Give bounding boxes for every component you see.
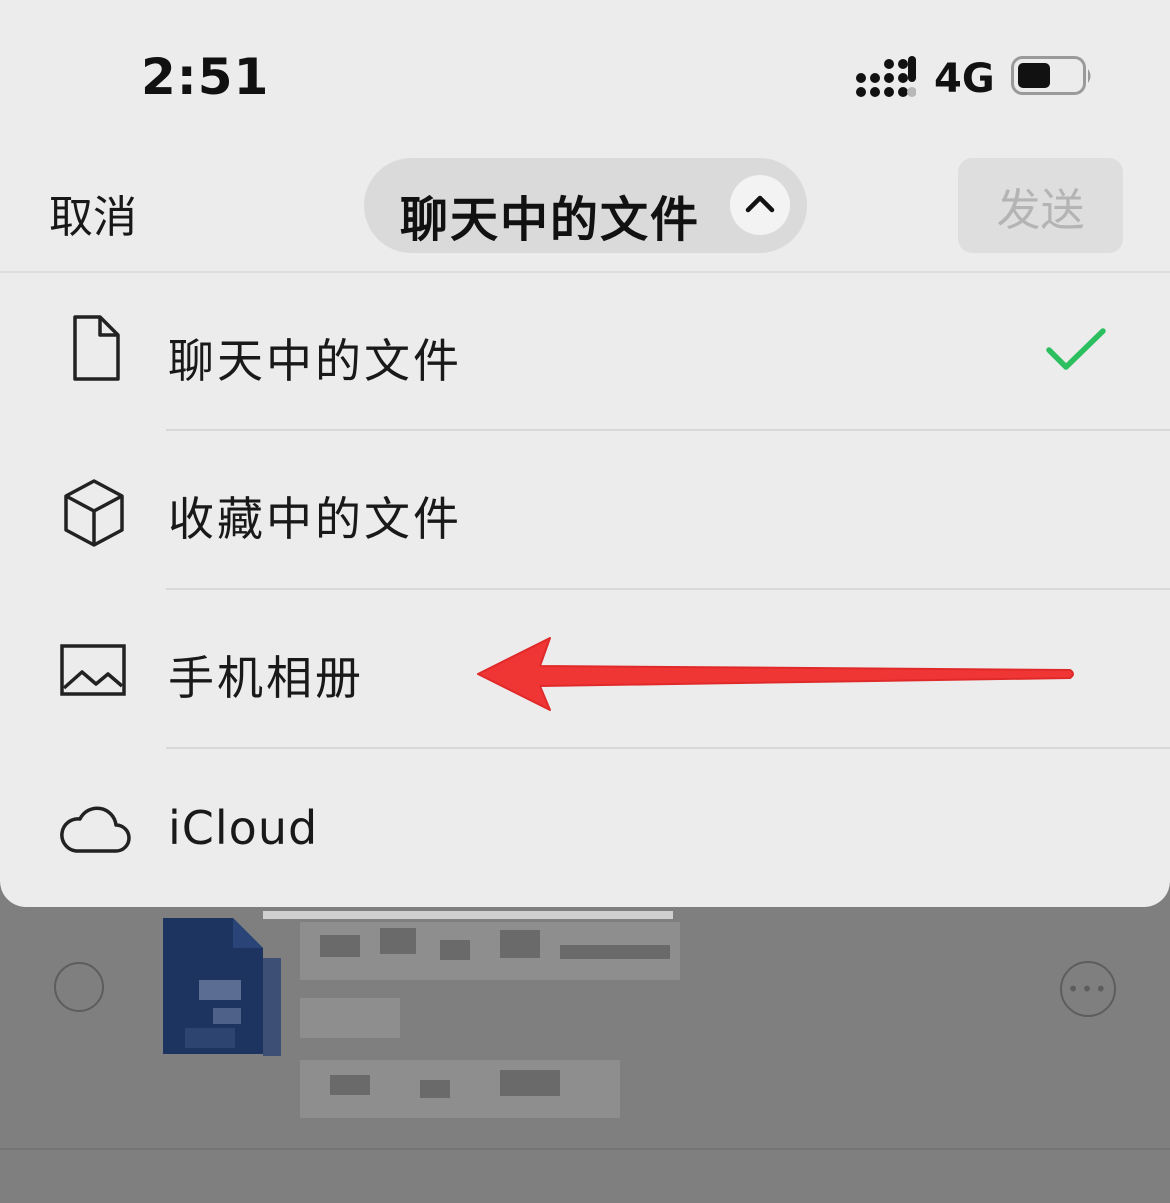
file-source-sheet: 2:51 4G 取消 聊天中的文件 发送 聊天中的文件 收藏中的文件 手机相册 … bbox=[0, 0, 1170, 907]
menu-item-label: iCloud bbox=[168, 801, 319, 855]
more-options-icon[interactable]: ••• bbox=[1060, 961, 1116, 1017]
menu-item-favorite-files[interactable]: 收藏中的文件 bbox=[0, 431, 1170, 589]
battery-icon bbox=[1011, 56, 1091, 95]
menu-item-chat-files[interactable]: 聊天中的文件 bbox=[0, 273, 1170, 431]
grab-bar bbox=[263, 911, 673, 919]
menu-item-icloud[interactable]: iCloud bbox=[0, 749, 1170, 907]
sheet-header: 取消 聊天中的文件 发送 bbox=[0, 150, 1170, 270]
status-bar: 2:51 4G bbox=[0, 0, 1170, 140]
menu-item-label: 收藏中的文件 bbox=[168, 492, 462, 546]
word-document-icon bbox=[163, 918, 281, 1056]
cloud-icon bbox=[60, 806, 131, 853]
checkmark-icon bbox=[1046, 328, 1106, 370]
document-icon bbox=[73, 315, 120, 381]
menu-item-label: 手机相册 bbox=[168, 651, 364, 705]
image-icon bbox=[60, 644, 126, 696]
annotation-arrow-icon bbox=[477, 637, 1074, 711]
cancel-button[interactable]: 取消 bbox=[49, 181, 137, 245]
status-time: 2:51 bbox=[141, 48, 270, 106]
filesize-blur bbox=[300, 998, 400, 1038]
cube-icon bbox=[64, 479, 124, 547]
radio-unchecked-icon[interactable] bbox=[54, 962, 104, 1012]
source-selector-label: 聊天中的文件 bbox=[400, 192, 701, 248]
list-divider bbox=[0, 1148, 1170, 1150]
source-selector[interactable]: 聊天中的文件 bbox=[364, 158, 807, 253]
send-button[interactable]: 发送 bbox=[958, 158, 1123, 253]
menu-item-label: 聊天中的文件 bbox=[168, 334, 462, 388]
signal-bars-icon bbox=[856, 56, 916, 97]
network-type: 4G bbox=[934, 56, 995, 102]
chevron-up-icon bbox=[730, 175, 790, 235]
